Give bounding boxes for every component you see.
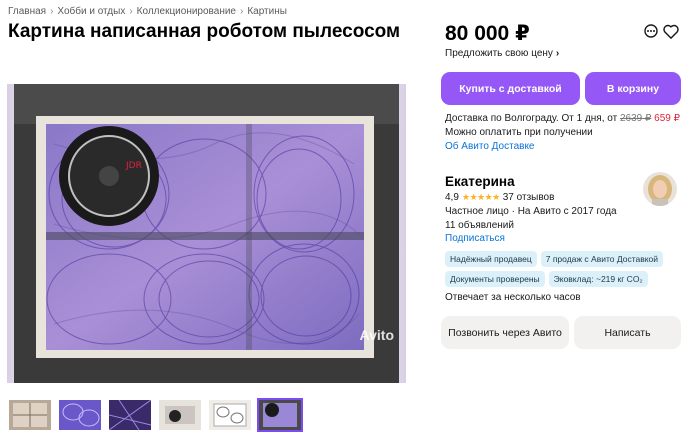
delivery-info: Доставка по Волгограду. От 1 дня, от 263… [445, 112, 680, 154]
delivery-line: Доставка по Волгограду. От 1 дня, от 263… [445, 112, 680, 126]
avatar[interactable] [643, 172, 677, 206]
about-delivery-link[interactable]: Об Авито Доставке [445, 140, 680, 154]
more-icon[interactable] [642, 22, 660, 40]
badge-eco[interactable]: Эковклад: ~219 кг CO₂ [548, 271, 648, 287]
seller-name[interactable]: Екатерина [445, 174, 515, 189]
thumbnail[interactable] [57, 398, 103, 432]
delivery-text: Доставка по Волгограду. От 1 дня, от [445, 113, 618, 124]
badge-documents[interactable]: Документы проверены [445, 271, 545, 287]
breadcrumb: Главная › Хобби и отдых › Коллекциониров… [8, 6, 287, 17]
thumbnail[interactable] [157, 398, 203, 432]
svg-text:JDR: JDR [125, 161, 142, 171]
thumbnail-active[interactable] [257, 398, 303, 432]
chevron-right-icon: › [555, 48, 560, 59]
subscribe-link[interactable]: Подписаться [445, 233, 505, 244]
chevron-right-icon: › [50, 6, 54, 17]
breadcrumb-paintings[interactable]: Картины [247, 6, 287, 17]
painting-image: JDR [14, 84, 399, 383]
offer-price-label: Предложить свою цену [445, 48, 553, 59]
page-title: Картина написанная роботом пылесосом [8, 21, 401, 42]
payment-on-receipt: Можно оплатить при получении [445, 127, 593, 138]
new-delivery-price: 659 ₽ [654, 113, 680, 124]
old-delivery-price: 2639 ₽ [619, 113, 652, 124]
thumbnail[interactable] [107, 398, 153, 432]
breadcrumb-collecting[interactable]: Коллекционирование [137, 6, 236, 17]
breadcrumb-home[interactable]: Главная [8, 6, 46, 17]
seller-type: Частное лицо · На Авито с 2017 года [445, 206, 617, 217]
thumbnail[interactable] [207, 398, 253, 432]
seller-rating[interactable]: 4,9 ★★★★★ 37 отзывов [445, 192, 554, 203]
reply-time: Отвечает за несколько часов [445, 292, 581, 303]
chevron-right-icon: › [129, 6, 133, 17]
reviews-count: 37 отзывов [502, 192, 555, 203]
star-icon: ★★★★★ [461, 192, 500, 202]
badge-reliable[interactable]: Надёжный продавец [445, 251, 537, 267]
thumbnail[interactable] [7, 398, 53, 432]
rating-value: 4,9 [445, 192, 459, 203]
breadcrumb-hobby[interactable]: Хобби и отдых [57, 6, 125, 17]
call-button[interactable]: Позвонить через Авито [441, 316, 569, 349]
seller-listings[interactable]: 11 объявлений [445, 220, 514, 231]
add-to-cart-button[interactable]: В корзину [585, 72, 681, 105]
write-message-button[interactable]: Написать [574, 316, 681, 349]
seller-badges: Надёжный продавец 7 продаж с Авито Доста… [445, 251, 675, 287]
favorite-heart-icon[interactable] [662, 22, 680, 40]
price: 80 000 ₽ [445, 22, 530, 45]
buy-with-delivery-button[interactable]: Купить с доставкой [441, 72, 580, 105]
badge-sales[interactable]: 7 продаж с Авито Доставкой [540, 251, 664, 267]
chevron-right-icon: › [239, 6, 244, 17]
main-photo[interactable]: JDR Avito [7, 84, 406, 383]
thumbnail-strip [7, 398, 303, 432]
offer-price-link[interactable]: Предложить свою цену › [445, 48, 559, 59]
watermark: Avito [359, 327, 394, 343]
